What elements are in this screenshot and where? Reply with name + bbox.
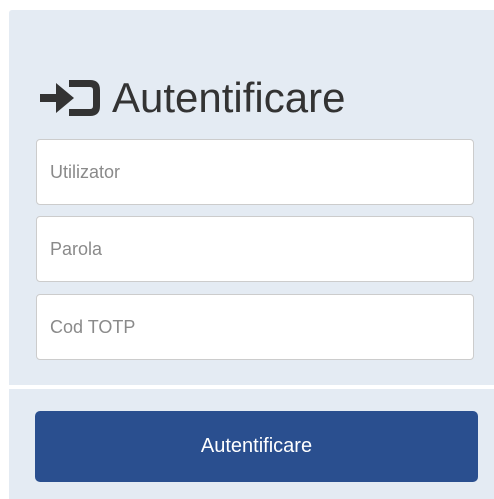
login-submit-button[interactable]: Autentificare xyxy=(35,411,478,482)
login-heading: Autentificare xyxy=(38,70,345,126)
login-title: Autentificare xyxy=(112,74,346,121)
username-input[interactable] xyxy=(36,139,474,205)
password-input[interactable] xyxy=(36,216,474,282)
sign-in-icon xyxy=(38,70,104,126)
totp-code-input[interactable] xyxy=(36,294,474,360)
